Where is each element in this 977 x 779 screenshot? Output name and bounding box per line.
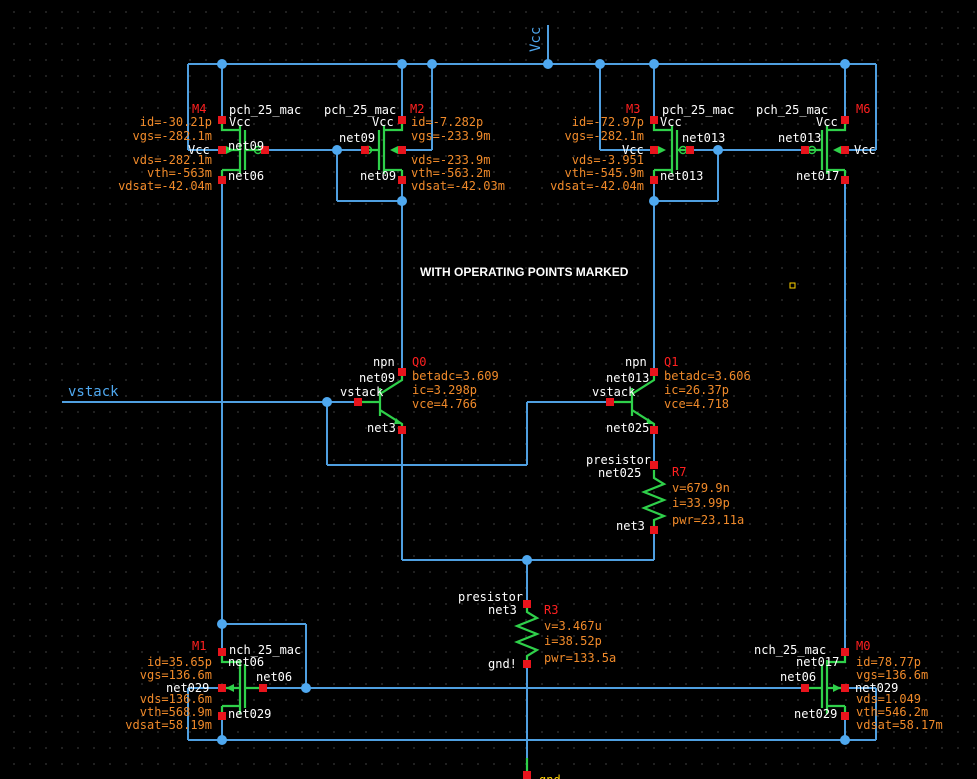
m4-vth: vth=-563m — [147, 166, 212, 180]
m2-vds: vds=-233.9m — [411, 153, 490, 167]
m1-name: M1 — [192, 639, 206, 653]
m0-params: id=78.77p vgs=136.6m vds=1.049 vth=546.2… — [856, 655, 943, 732]
m0-vdsat: vdsat=58.17m — [856, 718, 943, 732]
m0-id: id=78.77p — [856, 655, 921, 669]
m1-vdsat: vdsat=58.19m — [125, 718, 212, 732]
m3-vth: vth=-545.9m — [565, 166, 644, 180]
m0-gate: net06 — [780, 670, 816, 684]
m4-vds: vds=-282.1m — [133, 153, 212, 167]
resistor-r7[interactable] — [641, 461, 667, 534]
m4-params: id=-30.21p vgs=-282.1m vds=-282.1m vth=-… — [118, 115, 212, 193]
m3-params: id=-72.97p vgs=-282.1m vds=-3.951 vth=-5… — [550, 115, 644, 193]
gnd-pin — [523, 758, 531, 779]
m4-vdsat: vdsat=-42.04m — [118, 179, 212, 193]
q1-ic: ic=26.37p — [664, 383, 729, 397]
m2-body: Vcc — [372, 115, 394, 129]
schematic-canvas[interactable]: Vcc vstack gnd WITH OPERATING POINTS MAR… — [0, 0, 977, 779]
m4-gate: net09 — [228, 139, 264, 153]
q0-params: betadc=3.609 ic=3.298p vce=4.766 — [412, 369, 499, 411]
m2-id: id=-7.282p — [411, 115, 483, 129]
vcc-net-label: Vcc — [528, 27, 544, 52]
q0-betadc: betadc=3.609 — [412, 369, 499, 383]
m4-name: M4 — [192, 102, 206, 116]
m4-drain: net06 — [228, 169, 264, 183]
r3-model: presistor — [458, 590, 523, 604]
r7-i: i=33.99p — [672, 496, 730, 510]
q1-model: npn — [625, 355, 647, 369]
m6-source: Vcc — [854, 143, 876, 157]
gnd-net-label: gnd — [539, 773, 561, 779]
m4-vgs: vgs=-282.1m — [133, 129, 212, 143]
m1-drain: net06 — [228, 655, 264, 669]
q0-vce: vce=4.766 — [412, 397, 477, 411]
m6-drain: net017 — [796, 169, 839, 183]
q0-name: Q0 — [412, 355, 426, 369]
m3-body: Vcc — [660, 115, 682, 129]
r3-params: v=3.467u i=38.52p pwr=133.5a — [544, 619, 616, 665]
m2-params: id=-7.282p vgs=-233.9m vds=-233.9m vth=-… — [411, 115, 505, 193]
m0-drain: net017 — [796, 655, 839, 669]
m0-vth: vth=546.2m — [856, 705, 928, 719]
m6-gate: net013 — [778, 131, 821, 145]
r7-plus: net025 — [598, 466, 641, 480]
schematic-title: WITH OPERATING POINTS MARKED — [420, 265, 629, 279]
r7-pwr: pwr=23.11a — [672, 513, 744, 527]
m3-name: M3 — [626, 102, 640, 116]
m6-name: M6 — [856, 102, 870, 116]
m4-body: Vcc — [229, 115, 251, 129]
m1-source: net029 — [228, 707, 271, 721]
q1-betadc: betadc=3.606 — [664, 369, 751, 383]
m6-body: Vcc — [816, 115, 838, 129]
q1-name: Q1 — [664, 355, 678, 369]
m2-name: M2 — [410, 102, 424, 116]
m1-params: id=35.65p vgs=136.6m vds=136.6m vth=568.… — [125, 655, 212, 732]
m4-id: id=-30.21p — [140, 115, 212, 129]
r3-v: v=3.467u — [544, 619, 602, 633]
q1-base: vstack — [592, 385, 636, 399]
r7-name: R7 — [672, 465, 686, 479]
m1-vth: vth=568.9m — [140, 705, 212, 719]
r3-minus: gnd! — [488, 657, 517, 671]
m3-vgs: vgs=-282.1m — [565, 129, 644, 143]
r3-i: i=38.52p — [544, 634, 602, 648]
selection-marker — [789, 282, 796, 289]
q0-base: vstack — [340, 385, 384, 399]
q1-vce: vce=4.718 — [664, 397, 729, 411]
r3-name: R3 — [544, 603, 558, 617]
m3-vdsat: vdsat=-42.04m — [550, 179, 644, 193]
q1-emitter: net025 — [606, 421, 649, 435]
m0-name: M0 — [856, 639, 870, 653]
m0-vgs: vgs=136.6m — [856, 668, 928, 682]
r3-pwr: pwr=133.5a — [544, 651, 616, 665]
m0-vds: vds=1.049 — [856, 692, 921, 706]
m2-vdsat: vdsat=-42.03m — [411, 179, 505, 193]
q0-collector: net09 — [359, 371, 395, 385]
r7-model: presistor — [586, 453, 651, 467]
vstack-net-label: vstack — [68, 384, 119, 400]
q0-ic: ic=3.298p — [412, 383, 477, 397]
q0-model: npn — [373, 355, 395, 369]
m2-vth: vth=-563.2m — [411, 166, 490, 180]
m3-id: id=-72.97p — [572, 115, 644, 129]
r7-v: v=679.9n — [672, 481, 730, 495]
m3-vds: vds=-3.951 — [572, 153, 644, 167]
r3-plus: net3 — [488, 603, 517, 617]
resistor-r3[interactable] — [514, 600, 540, 668]
m2-gate: net09 — [339, 131, 375, 145]
m1-id: id=35.65p — [147, 655, 212, 669]
m3-gate: net013 — [682, 131, 725, 145]
m1-vds: vds=136.6m — [140, 692, 212, 706]
r7-minus: net3 — [616, 519, 645, 533]
q0-emitter: net3 — [367, 421, 396, 435]
m1-gate: net06 — [256, 670, 292, 684]
q1-params: betadc=3.606 ic=26.37p vce=4.718 — [664, 369, 751, 411]
m0-source: net029 — [794, 707, 837, 721]
r7-params: v=679.9n i=33.99p pwr=23.11a — [672, 481, 744, 527]
m1-vgs: vgs=136.6m — [140, 668, 212, 682]
m2-drain: net09 — [360, 169, 396, 183]
m2-vgs: vgs=-233.9m — [411, 129, 490, 143]
m3-drain: net013 — [660, 169, 703, 183]
q1-collector: net013 — [606, 371, 649, 385]
